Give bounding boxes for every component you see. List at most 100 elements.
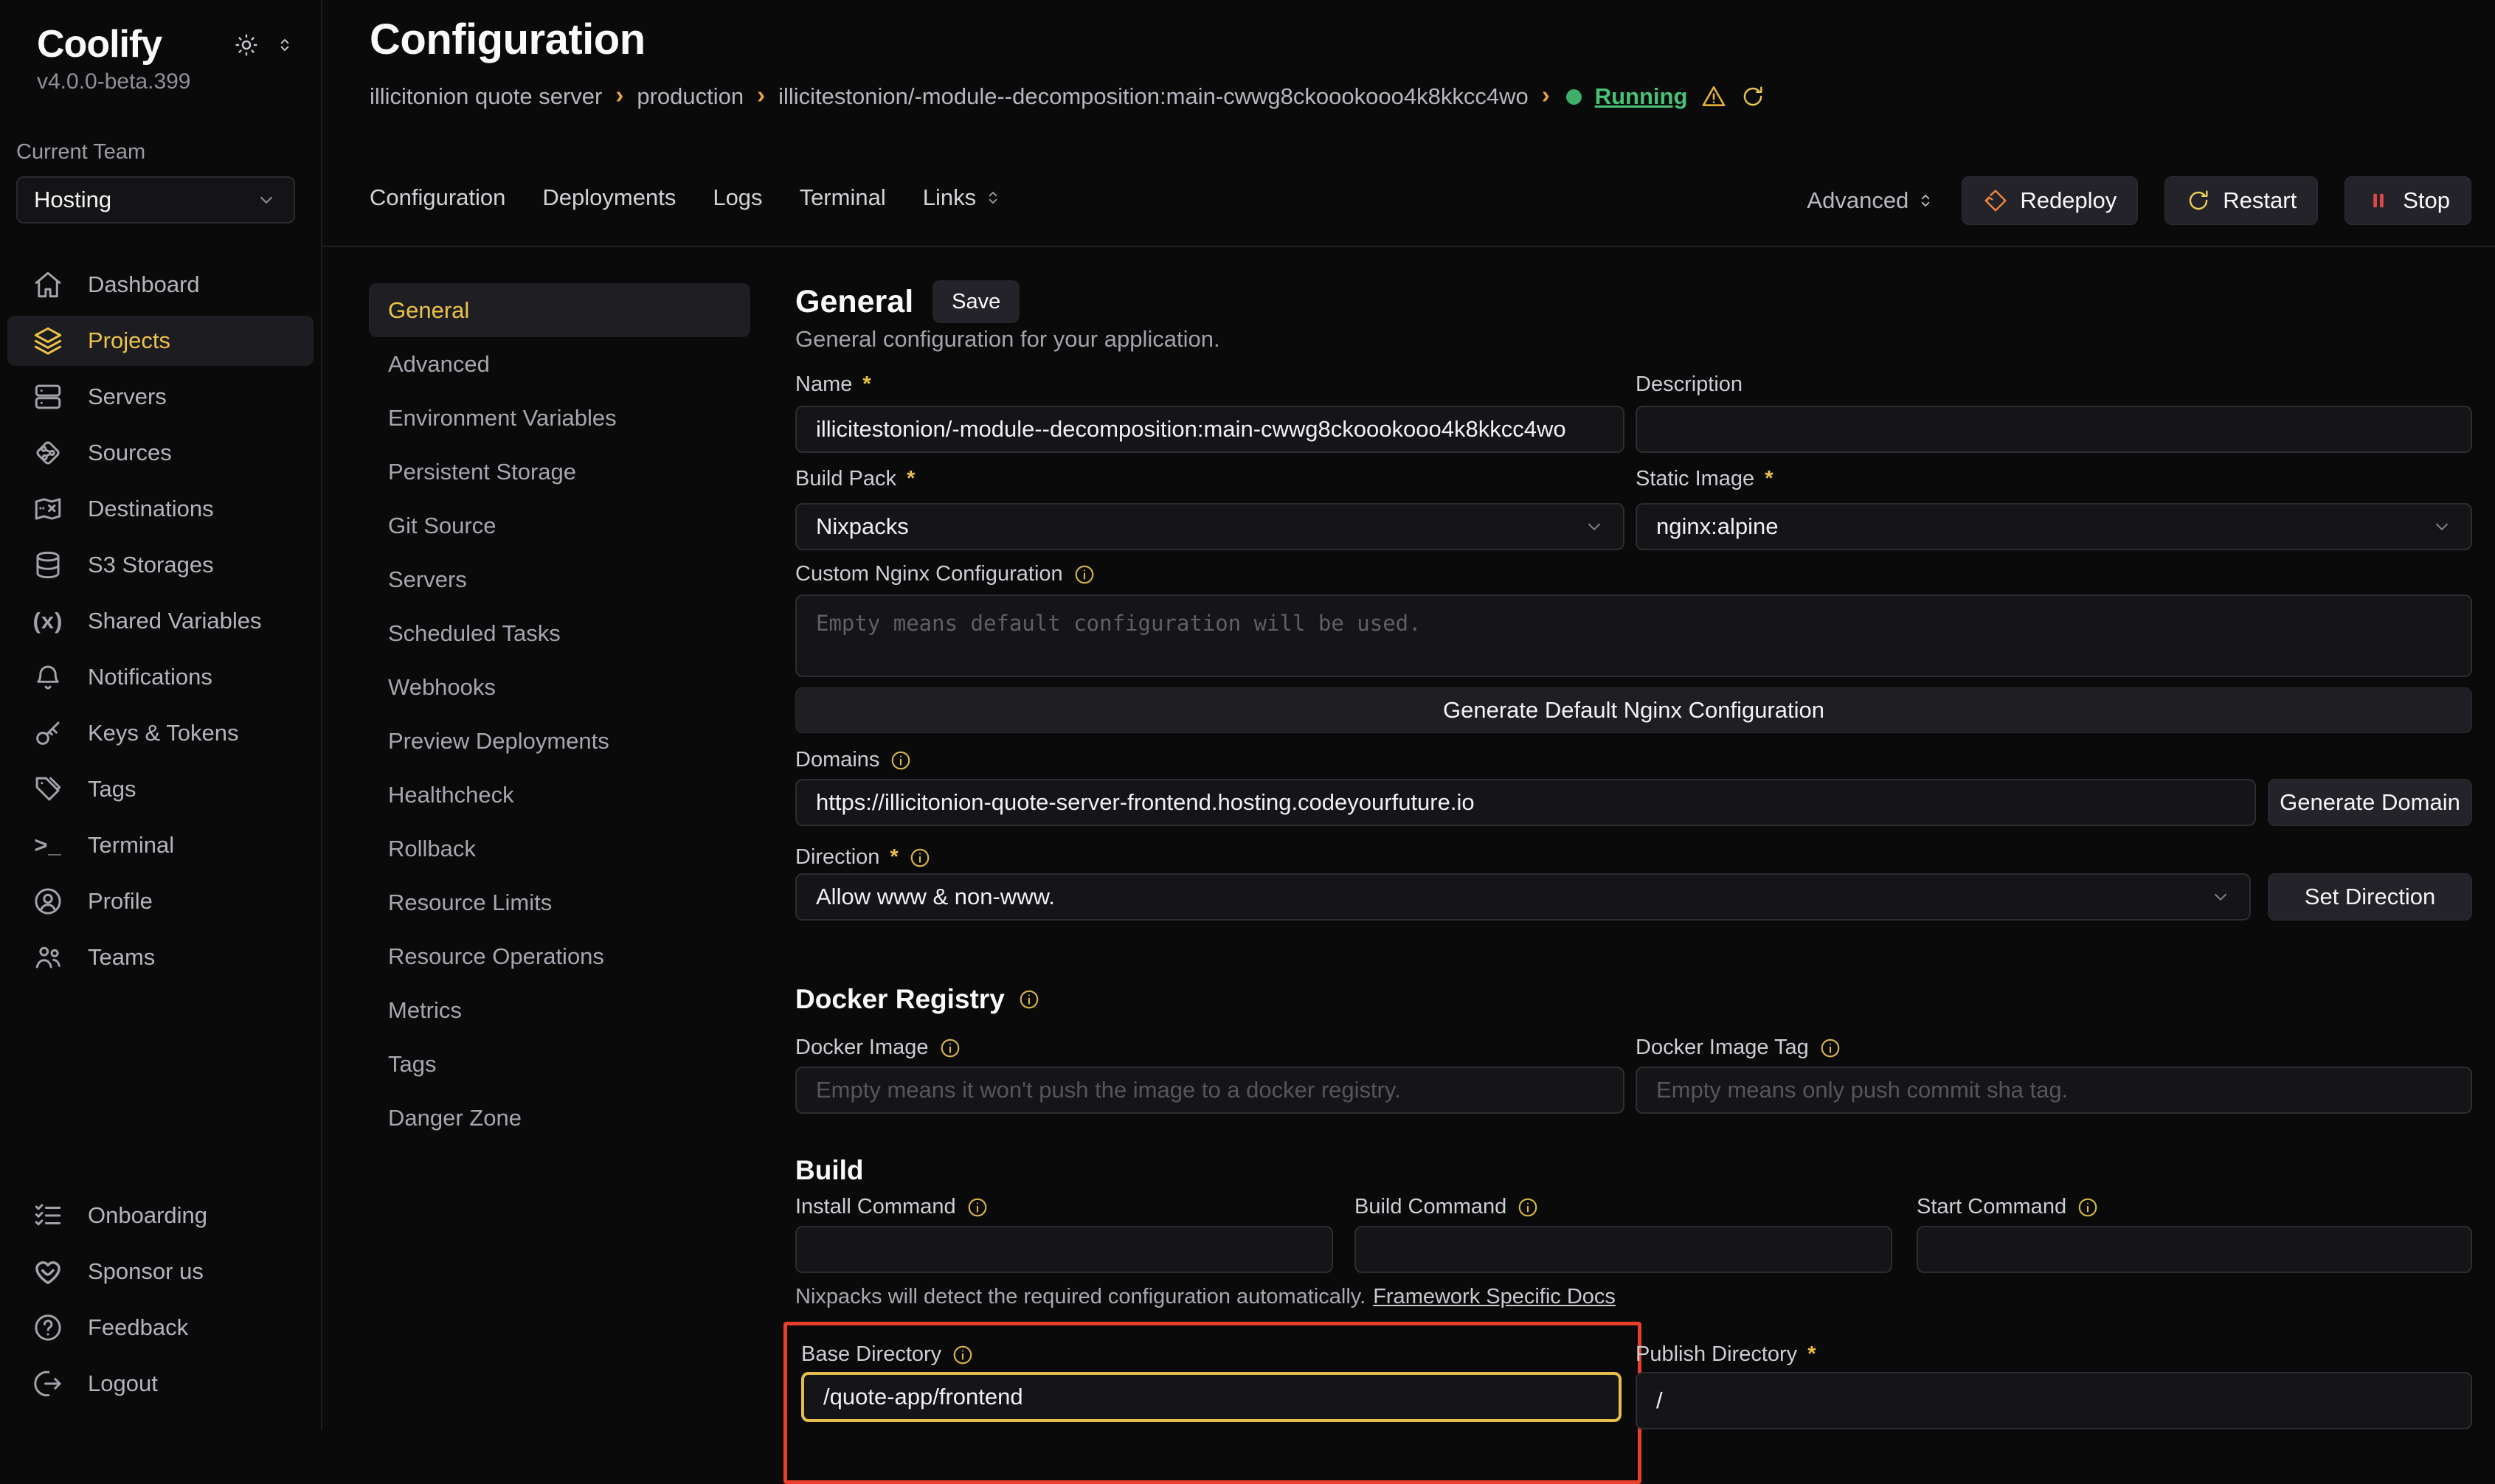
sidebar-item-onboarding[interactable]: Onboarding [7, 1190, 314, 1241]
sidebar-item-sponsor-us[interactable]: Sponsor us [7, 1247, 314, 1297]
info-icon[interactable] [952, 1344, 974, 1366]
main-content: Configuration illicitonion quote server … [322, 0, 2495, 1429]
sidebar-item-profile[interactable]: Profile [7, 876, 314, 926]
sidebar-item-notifications[interactable]: Notifications [7, 652, 314, 702]
domains-input[interactable] [795, 779, 2256, 826]
sidebar-item-servers[interactable]: Servers [7, 372, 314, 422]
settings-nav-servers[interactable]: Servers [369, 552, 750, 606]
settings-nav-git-source[interactable]: Git Source [369, 499, 750, 552]
sidebar-item-logout[interactable]: Logout [7, 1359, 314, 1409]
sidebar-item-sources[interactable]: Sources [7, 428, 314, 478]
settings-nav-general[interactable]: General [369, 283, 750, 337]
sidebar-item-shared-variables[interactable]: (x) Shared Variables [7, 596, 314, 646]
docker-image-tag-input[interactable] [1636, 1067, 2472, 1114]
app-logo[interactable]: Coolify [37, 22, 162, 66]
required-marker: * [890, 845, 898, 870]
publish-directory-input[interactable] [1636, 1372, 2472, 1429]
breadcrumb-environment[interactable]: production [637, 83, 744, 110]
sidebar-item-label: Tags [88, 776, 136, 802]
info-icon[interactable] [966, 1196, 989, 1218]
chevrons-up-down-icon[interactable] [275, 35, 294, 55]
sidebar-item-feedback[interactable]: Feedback [7, 1303, 314, 1353]
logout-icon [32, 1368, 64, 1399]
chevron-down-icon [1583, 516, 1605, 538]
set-direction-button[interactable]: Set Direction [2268, 873, 2472, 920]
required-marker: * [1765, 467, 1773, 491]
tab-configuration[interactable]: Configuration [370, 184, 505, 211]
section-heading-general: General [795, 284, 913, 320]
settings-nav-resource-limits[interactable]: Resource Limits [369, 876, 750, 929]
info-icon[interactable] [939, 1037, 961, 1059]
user-icon [32, 886, 64, 917]
git-source-icon [32, 437, 64, 468]
settings-nav-healthcheck[interactable]: Healthcheck [369, 768, 750, 822]
custom-nginx-label: Custom Nginx Configuration [795, 562, 1096, 586]
settings-nav-webhooks[interactable]: Webhooks [369, 660, 750, 714]
current-team-label: Current Team [0, 140, 321, 164]
sidebar-item-dashboard[interactable]: Dashboard [7, 260, 314, 310]
docker-image-input[interactable] [795, 1067, 1624, 1114]
direction-select[interactable]: Allow www & non-www. [795, 873, 2251, 920]
sidebar-item-terminal[interactable]: >_ Terminal [7, 820, 314, 870]
sidebar-item-tags[interactable]: Tags [7, 764, 314, 814]
settings-nav-preview-deployments[interactable]: Preview Deployments [369, 714, 750, 768]
info-icon[interactable] [1073, 564, 1096, 586]
sidebar-item-label: Sponsor us [88, 1258, 204, 1285]
docker-image-tag-label: Docker Image Tag [1636, 1036, 1841, 1060]
sidebar-item-label: Destinations [88, 496, 214, 522]
info-icon[interactable] [909, 847, 931, 869]
settings-nav-advanced[interactable]: Advanced [369, 337, 750, 391]
start-command-label: Start Command [1917, 1195, 2099, 1219]
static-image-select[interactable]: nginx:alpine [1636, 503, 2472, 550]
name-input[interactable] [795, 406, 1624, 453]
start-command-input[interactable] [1917, 1226, 2472, 1273]
nixpacks-note: Nixpacks will detect the required config… [795, 1285, 1616, 1309]
map-icon [32, 493, 64, 524]
settings-nav-rollback[interactable]: Rollback [369, 822, 750, 876]
server-icon [32, 381, 64, 412]
sidebar-item-label: Sources [88, 440, 172, 466]
publish-directory-label: Publish Directory * [1636, 1342, 1816, 1367]
description-input[interactable] [1636, 406, 2472, 453]
chevron-down-icon [2209, 886, 2232, 908]
save-button[interactable]: Save [932, 280, 1020, 323]
install-command-input[interactable] [795, 1226, 1333, 1273]
sidebar-item-keys-tokens[interactable]: Keys & Tokens [7, 708, 314, 758]
key-icon [32, 718, 64, 749]
page-title: Configuration [370, 15, 646, 64]
settings-nav-persistent-storage[interactable]: Persistent Storage [369, 445, 750, 499]
settings-nav-resource-operations[interactable]: Resource Operations [369, 929, 750, 983]
build-pack-select[interactable]: Nixpacks [795, 503, 1624, 550]
settings-nav-environment-variables[interactable]: Environment Variables [369, 391, 750, 445]
info-icon[interactable] [2077, 1196, 2099, 1218]
tab-logs[interactable]: Logs [713, 184, 762, 211]
settings-nav-danger-zone[interactable]: Danger Zone [369, 1091, 750, 1145]
info-icon[interactable] [890, 749, 912, 772]
custom-nginx-textarea[interactable] [795, 594, 2472, 677]
required-marker: * [1807, 1342, 1816, 1367]
sidebar-footer-nav: Onboarding Sponsor us Feedback Logout [0, 1190, 321, 1415]
sidebar-item-s3-storages[interactable]: S3 Storages [7, 540, 314, 590]
settings-nav-scheduled-tasks[interactable]: Scheduled Tasks [369, 606, 750, 660]
sidebar-item-teams[interactable]: Teams [7, 932, 314, 982]
settings-nav-tags[interactable]: Tags [369, 1037, 750, 1091]
sidebar-item-label: Notifications [88, 664, 212, 690]
theme-toggle-sun-icon[interactable] [234, 32, 259, 58]
framework-docs-link[interactable]: Framework Specific Docs [1373, 1285, 1616, 1309]
generate-domain-button[interactable]: Generate Domain [2268, 779, 2472, 826]
team-select[interactable]: Hosting [16, 176, 295, 223]
generate-nginx-button[interactable]: Generate Default Nginx Configuration [795, 687, 2472, 733]
settings-nav-metrics[interactable]: Metrics [369, 983, 750, 1037]
static-image-value: nginx:alpine [1656, 513, 1778, 540]
sidebar-item-projects[interactable]: Projects [7, 316, 314, 366]
heart-hands-icon [32, 1256, 64, 1287]
required-marker: * [907, 467, 915, 491]
info-icon[interactable] [1517, 1196, 1539, 1218]
build-command-input[interactable] [1354, 1226, 1892, 1273]
tab-deployments[interactable]: Deployments [542, 184, 676, 211]
breadcrumb-project[interactable]: illicitonion quote server [370, 83, 602, 110]
base-directory-input[interactable] [801, 1372, 1622, 1422]
info-icon[interactable] [1819, 1037, 1841, 1059]
sidebar-item-destinations[interactable]: Destinations [7, 484, 314, 534]
info-icon[interactable] [1018, 988, 1040, 1010]
